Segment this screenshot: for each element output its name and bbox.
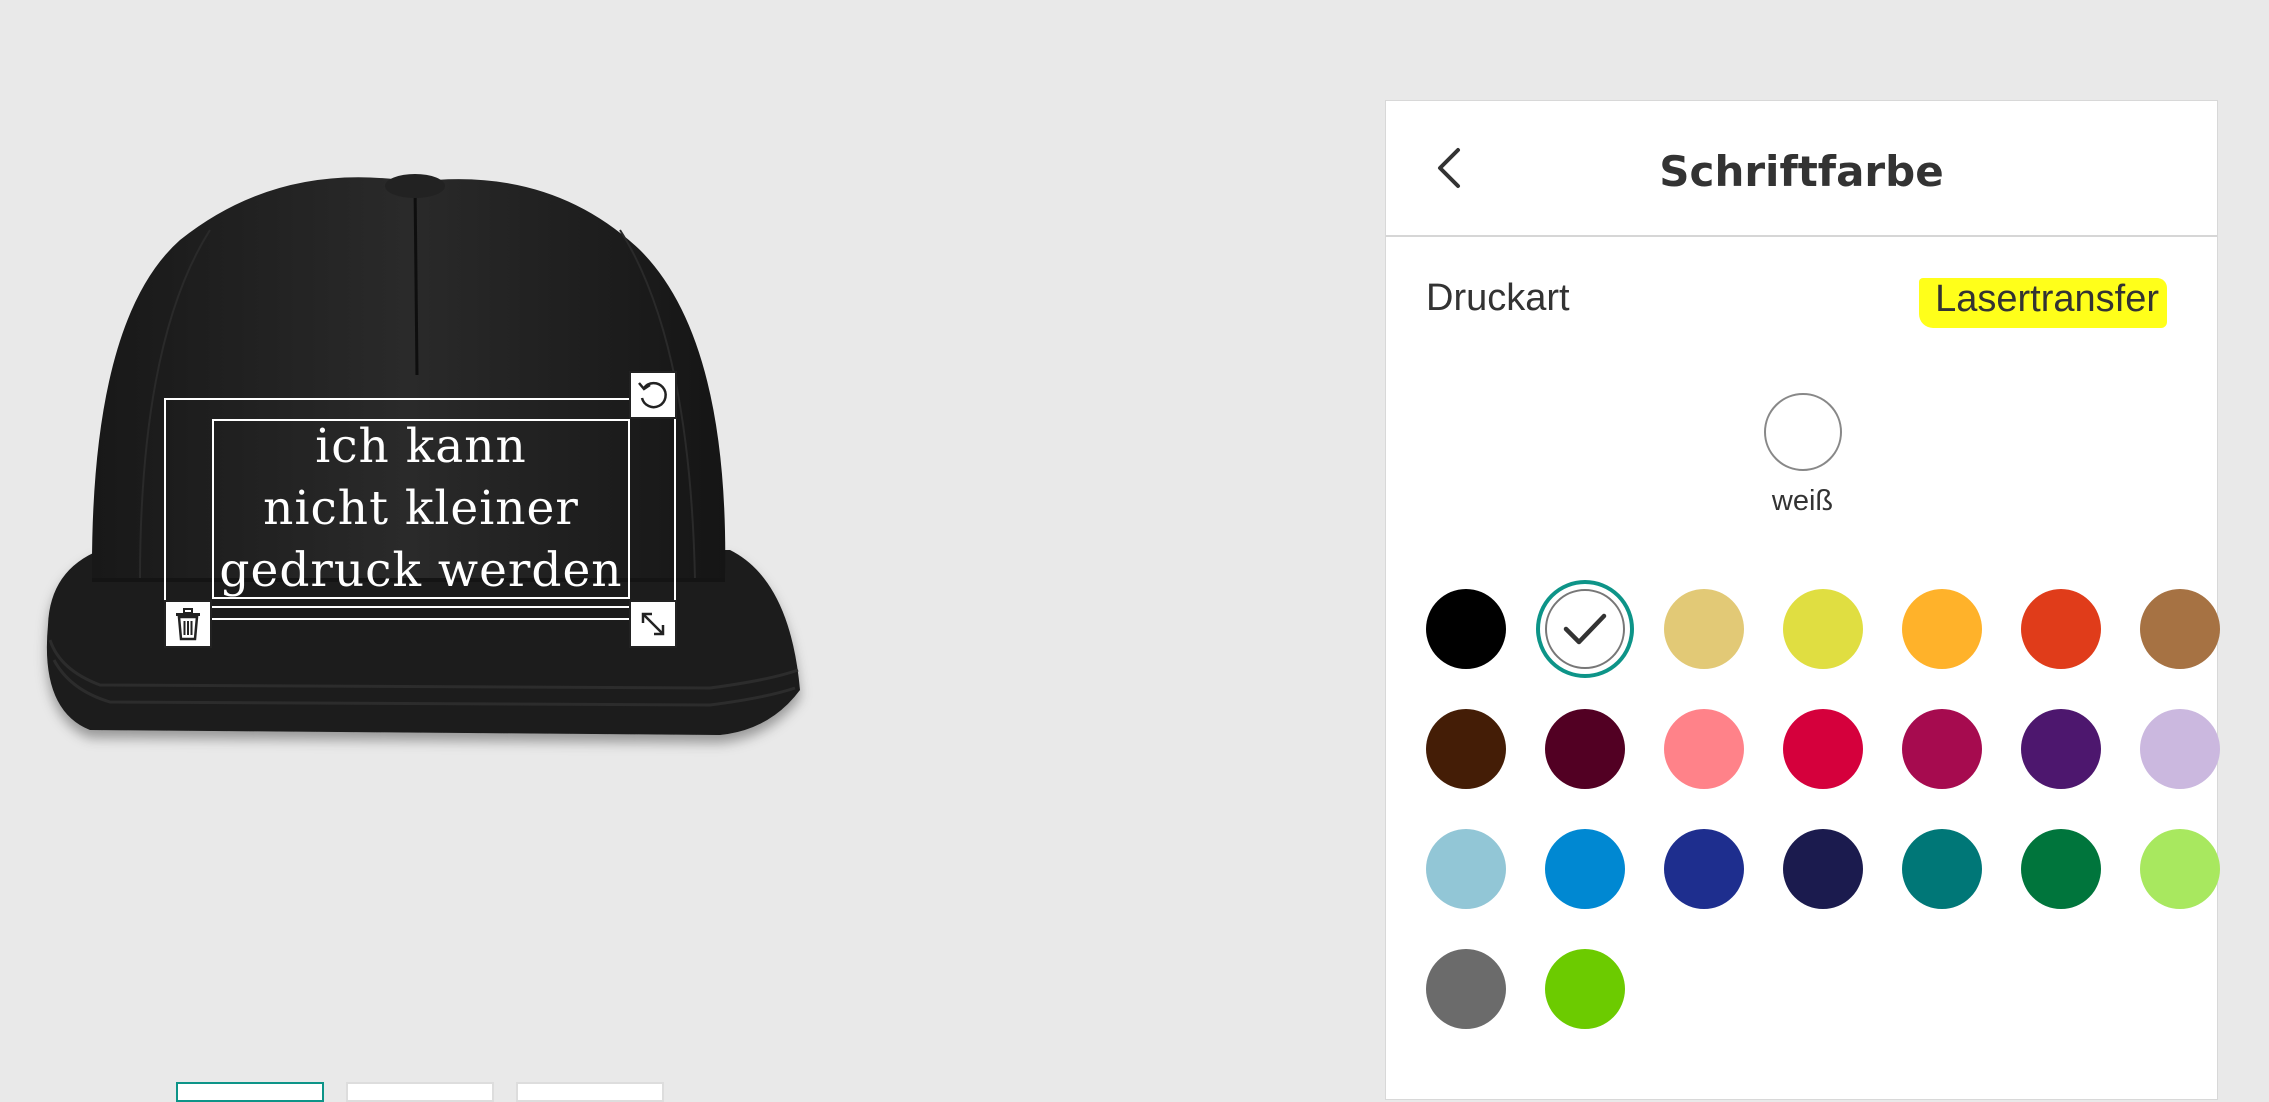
color-swatch[interactable] (1902, 829, 1982, 909)
selected-color-preview: weiß (1386, 393, 2219, 518)
color-swatch[interactable] (1664, 829, 1744, 909)
design-frame-divider (212, 606, 630, 608)
design-text-line: ich kann (315, 419, 527, 474)
color-swatch[interactable] (1545, 709, 1625, 789)
color-swatch[interactable] (2140, 829, 2220, 909)
color-swatch[interactable] (1426, 589, 1506, 669)
view-thumbnail-front[interactable] (176, 1082, 324, 1102)
color-swatch[interactable] (1545, 949, 1625, 1029)
print-type-row: Druckart Lasertransfer (1386, 237, 2217, 377)
trash-icon (176, 608, 200, 641)
panel-header: Schriftfarbe (1386, 101, 2217, 237)
product-canvas: ich kann nicht kleiner gedruck werden (0, 0, 1385, 1102)
color-swatch[interactable] (1783, 589, 1863, 669)
checkmark-icon (1563, 613, 1607, 645)
design-text-line: gedruck werden (219, 543, 623, 598)
color-swatch[interactable] (2021, 589, 2101, 669)
rotate-handle[interactable] (629, 371, 677, 419)
color-swatch[interactable] (2140, 589, 2220, 669)
color-swatch[interactable] (1536, 580, 1634, 678)
selected-color-name: weiß (1771, 485, 1834, 517)
color-swatch[interactable] (1783, 829, 1863, 909)
back-button[interactable] (1424, 143, 1474, 193)
rotate-icon (638, 381, 667, 409)
chevron-left-icon (1438, 148, 1460, 188)
font-color-panel: Schriftfarbe Druckart Lasertransfer weiß (1385, 100, 2220, 1100)
color-swatch[interactable] (2021, 829, 2101, 909)
resize-icon (641, 612, 665, 636)
color-swatch[interactable] (2140, 709, 2220, 789)
design-text-line: nicht kleiner (263, 481, 579, 536)
color-swatch[interactable] (1664, 709, 1744, 789)
delete-handle[interactable] (164, 600, 212, 648)
design-text[interactable]: ich kann nicht kleiner gedruck werden (212, 419, 630, 599)
view-thumbnail-back[interactable] (516, 1082, 664, 1102)
color-swatch[interactable] (1664, 589, 1744, 669)
color-swatch[interactable] (1783, 709, 1863, 789)
color-swatch[interactable] (1426, 709, 1506, 789)
print-type-label: Druckart (1426, 277, 1570, 319)
print-type-value: Lasertransfer (1935, 277, 2159, 320)
color-swatch[interactable] (1902, 589, 1982, 669)
color-swatch[interactable] (1426, 949, 1506, 1029)
resize-handle[interactable] (629, 600, 677, 648)
swatch-inner (1545, 589, 1625, 669)
view-thumbnail-side[interactable] (346, 1082, 494, 1102)
panel-title: Schriftfarbe (1659, 146, 1944, 196)
color-swatch[interactable] (1902, 709, 1982, 789)
print-type-selector[interactable]: Lasertransfer (1919, 270, 2168, 328)
selected-color-swatch (1763, 393, 1842, 471)
color-swatch[interactable] (2021, 709, 2101, 789)
color-swatch[interactable] (1426, 829, 1506, 909)
color-swatch[interactable] (1545, 829, 1625, 909)
